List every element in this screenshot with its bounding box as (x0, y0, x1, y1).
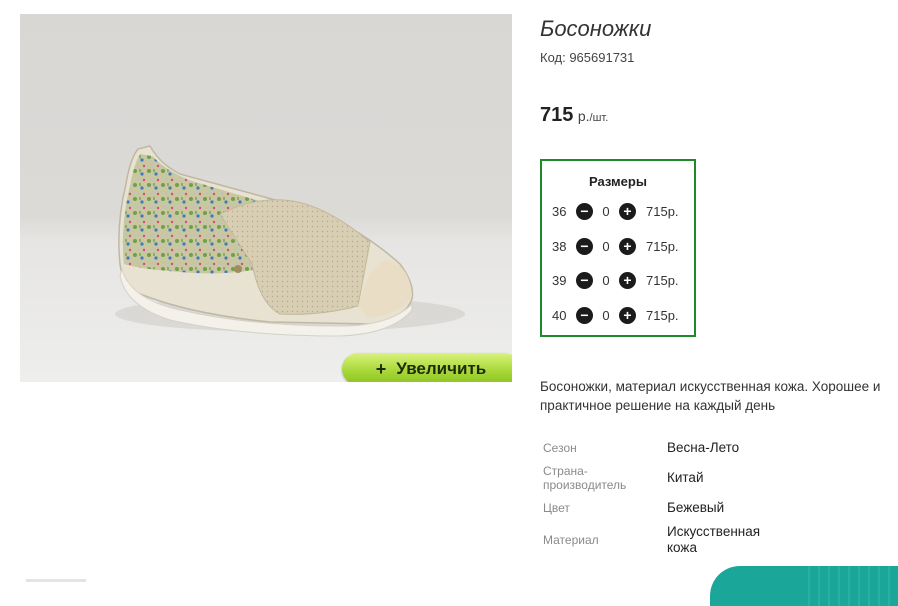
shoe-image (115, 145, 465, 337)
product-title: Босоножки (540, 16, 652, 41)
size-number: 38 (552, 238, 567, 254)
property-key: Сезон (543, 441, 577, 455)
property-value: Китай (667, 470, 704, 485)
plus-icon: + (375, 358, 387, 379)
price-currency: р. (577, 108, 590, 124)
zoom-button[interactable]: + Увеличить (342, 353, 512, 382)
property-value: Бежевый (667, 500, 725, 515)
minus-circle-icon[interactable]: − (576, 271, 593, 289)
quantity-value: 0 (602, 272, 610, 288)
plus-circle-icon[interactable]: + (619, 237, 636, 255)
property-key: Страна-производитель (543, 464, 627, 492)
plus-circle-icon[interactable]: + (619, 271, 636, 289)
product-code: Код: 965691731 (540, 50, 635, 65)
quantity-value: 0 (602, 203, 610, 219)
size-row: 36 − 0 + 715р. (552, 201, 679, 221)
property-value: Весна-Лето (667, 440, 740, 455)
property-value: Искусственная кожа (667, 524, 761, 555)
product-photo[interactable]: + Увеличить (20, 14, 512, 382)
minus-circle-icon[interactable]: − (576, 237, 593, 255)
size-row: 38 − 0 + 715р. (552, 236, 679, 256)
price-value: 715 (540, 104, 574, 126)
product-price: 715 р./шт. (540, 104, 608, 127)
size-row: 39 − 0 + 715р. (552, 270, 679, 290)
size-price: 715р. (646, 272, 679, 288)
size-price: 715р. (646, 238, 679, 254)
plus-circle-icon[interactable]: + (619, 202, 636, 220)
property-key: Материал (543, 533, 599, 547)
corner-decoration (710, 566, 898, 606)
product-description: Босоножки, материал искусственная кожа. … (540, 379, 881, 413)
size-number: 40 (552, 307, 567, 323)
sizes-box: Размеры 36 − 0 + 715р. 38 − 0 + 715р. 39… (540, 159, 696, 337)
minus-circle-icon[interactable]: − (576, 306, 593, 324)
plus-circle-icon[interactable]: + (619, 306, 636, 324)
minus-circle-icon[interactable]: − (576, 202, 593, 220)
property-key: Цвет (543, 501, 570, 515)
size-number: 36 (552, 203, 567, 219)
quantity-value: 0 (602, 238, 610, 254)
price-unit: р./шт. (578, 108, 608, 124)
zoom-button-label: Увеличить (396, 359, 487, 378)
quantity-value: 0 (602, 307, 610, 323)
size-number: 39 (552, 272, 567, 288)
size-price: 715р. (646, 307, 679, 323)
sizes-title: Размеры (589, 174, 647, 189)
size-price: 715р. (646, 203, 679, 219)
price-per-unit: /шт. (589, 112, 609, 124)
size-row: 40 − 0 + 715р. (552, 305, 679, 325)
